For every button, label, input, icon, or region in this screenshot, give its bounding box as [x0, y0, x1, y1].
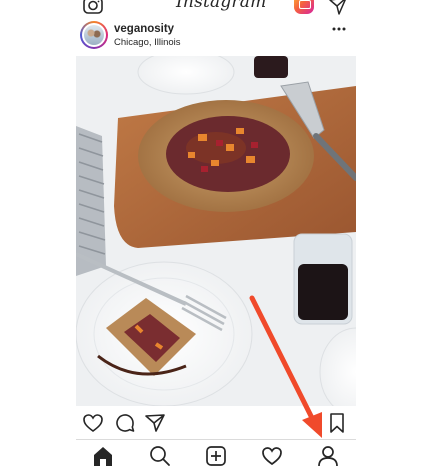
direct-messages-button[interactable] — [328, 0, 348, 16]
top-bar: Instagram — [76, 0, 356, 18]
activity-heart-icon — [262, 447, 282, 466]
more-options-icon — [332, 27, 346, 31]
bottom-tab-bar — [76, 439, 356, 470]
save-button[interactable] — [326, 412, 348, 434]
post-location[interactable]: Chicago, Illinois — [114, 37, 181, 48]
post-actions — [76, 410, 356, 436]
avatar[interactable] — [80, 21, 108, 49]
igtv-icon[interactable] — [294, 0, 314, 14]
bookmark-icon — [330, 413, 344, 433]
post-header: veganosity Chicago, Illinois — [76, 20, 356, 56]
share-icon — [145, 414, 165, 432]
home-icon — [94, 447, 112, 466]
tab-new-post[interactable] — [204, 445, 228, 467]
search-icon — [150, 446, 170, 466]
heart-icon — [83, 414, 103, 432]
comment-icon — [116, 414, 135, 432]
more-options-button[interactable] — [332, 26, 346, 32]
post-username[interactable]: veganosity — [114, 23, 174, 35]
like-button[interactable] — [82, 412, 104, 434]
tab-profile[interactable] — [316, 445, 340, 467]
app-logo: Instagram — [176, 0, 267, 12]
camera-icon — [83, 0, 103, 14]
galette-photo — [76, 56, 356, 406]
tab-activity[interactable] — [260, 445, 284, 467]
tab-search[interactable] — [148, 445, 172, 467]
share-button[interactable] — [144, 412, 166, 434]
avatar-image — [84, 25, 104, 45]
camera-button[interactable] — [82, 0, 104, 16]
post-photo[interactable] — [76, 56, 356, 406]
add-post-icon — [206, 446, 226, 466]
paper-plane-icon — [329, 0, 346, 15]
tab-home[interactable] — [91, 445, 115, 467]
comment-button[interactable] — [114, 412, 136, 434]
profile-icon — [318, 446, 338, 467]
instagram-app: Instagram veganosity Chicago, Illinois — [76, 0, 356, 470]
